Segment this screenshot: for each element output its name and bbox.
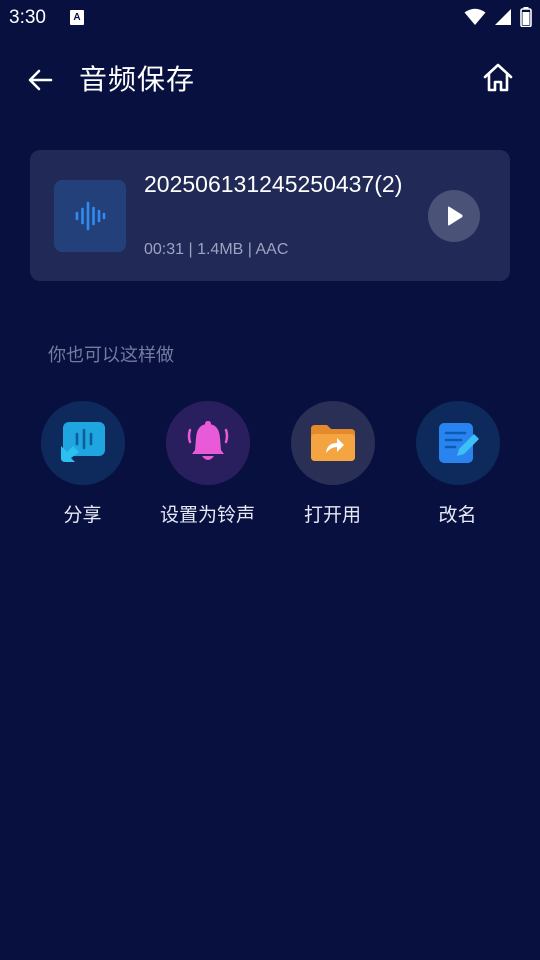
rename-action-circle <box>415 401 500 485</box>
set-ringtone-action-label: 设置为铃声 <box>159 504 255 526</box>
audio-thumbnail <box>54 180 126 252</box>
status-time: 3:30 <box>9 7 46 28</box>
set-ringtone-action[interactable]: 设置为铃声 <box>145 401 270 527</box>
notification-a-icon: A <box>70 10 84 25</box>
share-action[interactable]: 分享 <box>20 401 145 527</box>
signal-icon <box>495 9 511 25</box>
back-button[interactable] <box>20 60 60 100</box>
rename-action-label: 改名 <box>438 504 477 526</box>
arrow-left-icon <box>28 69 53 91</box>
screen: 3:30 A 音频保存 202506131245250437(2) 00:31 … <box>0 0 540 960</box>
folder-open-icon <box>310 425 355 461</box>
open-with-action-label: 打开用 <box>303 504 361 526</box>
home-button[interactable] <box>478 58 518 98</box>
rename-action[interactable]: 改名 <box>395 401 520 527</box>
app-header: 音频保存 <box>0 40 540 116</box>
open-with-action-circle <box>290 401 375 485</box>
audio-file-meta: 00:31 | 1.4MB | AAC <box>144 241 289 258</box>
rename-icon <box>438 423 479 463</box>
waveform-icon <box>75 201 106 231</box>
suggestions-label: 你也可以这样做 <box>48 345 174 366</box>
play-icon <box>448 206 463 226</box>
open-with-action[interactable]: 打开用 <box>270 401 395 527</box>
page-title: 音频保存 <box>79 63 196 96</box>
audio-file-name: 202506131245250437(2) <box>144 171 403 197</box>
home-icon <box>483 63 513 92</box>
share-icon <box>60 422 105 462</box>
set-ringtone-action-circle <box>165 401 250 485</box>
share-action-circle <box>40 401 125 485</box>
audio-file-card[interactable]: 202506131245250437(2) 00:31 | 1.4MB | AA… <box>30 150 510 281</box>
bell-icon <box>187 421 228 460</box>
play-button[interactable] <box>428 190 480 242</box>
status-bar: 3:30 A <box>0 0 540 38</box>
action-row: 分享 设置为铃声 打开用 改名 <box>20 401 520 527</box>
battery-icon <box>520 7 532 27</box>
wifi-icon <box>464 8 486 25</box>
status-icons <box>464 7 532 27</box>
share-action-label: 分享 <box>63 504 102 526</box>
